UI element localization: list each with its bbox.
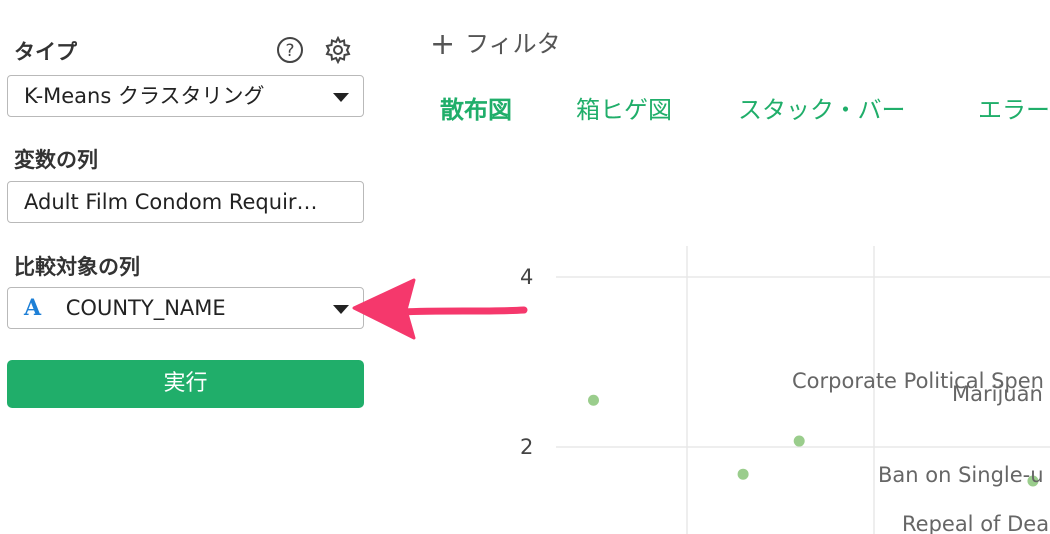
y-tick-label: 4 (520, 265, 534, 289)
data-label: Repeal of Dea (902, 512, 1050, 534)
data-label: Marijuan (952, 382, 1043, 406)
scatter-point[interactable] (588, 394, 599, 406)
y-tick-label: 2 (520, 435, 534, 459)
data-label: Ban on Single-u (878, 463, 1044, 487)
scatter-point[interactable] (737, 468, 749, 480)
scatter-point[interactable] (793, 435, 805, 447)
